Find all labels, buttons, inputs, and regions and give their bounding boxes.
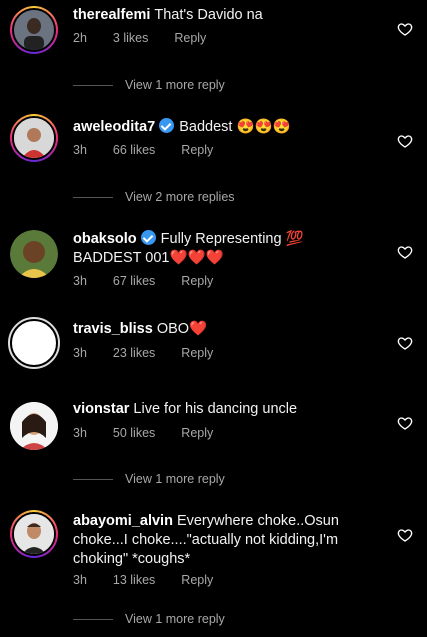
comment-likes[interactable]: 3 likes bbox=[113, 31, 148, 45]
avatar[interactable] bbox=[10, 6, 58, 54]
heart-outline-icon[interactable] bbox=[397, 335, 413, 351]
comment-likes[interactable]: 66 likes bbox=[113, 143, 155, 157]
divider bbox=[73, 85, 113, 87]
view-more-replies[interactable]: View 2 more replies bbox=[73, 190, 235, 204]
heart-outline-icon[interactable] bbox=[397, 527, 413, 543]
comment-username[interactable]: aweleodita7 bbox=[73, 119, 155, 135]
comment-time: 2h bbox=[73, 31, 87, 45]
comment-username[interactable]: therealfemi bbox=[73, 7, 150, 23]
comment-likes[interactable]: 67 likes bbox=[113, 274, 155, 288]
comment-time: 3h bbox=[73, 274, 87, 288]
avatar[interactable] bbox=[10, 402, 58, 450]
view-more-label[interactable]: View 1 more reply bbox=[125, 78, 225, 92]
divider bbox=[73, 619, 113, 621]
verified-badge-icon bbox=[140, 230, 156, 245]
comment-username[interactable]: vionstar bbox=[73, 401, 129, 417]
comment-likes[interactable]: 50 likes bbox=[113, 426, 155, 440]
reply-button[interactable]: Reply bbox=[181, 274, 213, 288]
avatar[interactable] bbox=[10, 510, 58, 558]
avatar[interactable] bbox=[10, 230, 58, 278]
view-more-label[interactable]: View 1 more reply bbox=[125, 472, 225, 486]
comment-likes[interactable]: 23 likes bbox=[113, 346, 155, 360]
view-more-replies[interactable]: View 1 more reply bbox=[73, 612, 225, 626]
heart-outline-icon[interactable] bbox=[397, 133, 413, 149]
comment-text: OBO❤️ bbox=[156, 321, 208, 337]
reply-button[interactable]: Reply bbox=[181, 346, 213, 360]
view-more-replies[interactable]: View 1 more reply bbox=[73, 78, 225, 92]
comment-time: 3h bbox=[73, 346, 87, 360]
avatar[interactable] bbox=[8, 317, 60, 369]
comment-likes[interactable]: 13 likes bbox=[113, 573, 155, 587]
comment-time: 3h bbox=[73, 143, 87, 157]
divider bbox=[73, 479, 113, 481]
reply-button[interactable]: Reply bbox=[174, 31, 206, 45]
reply-button[interactable]: Reply bbox=[181, 573, 213, 587]
reply-button[interactable]: Reply bbox=[181, 426, 213, 440]
comment-username[interactable]: obaksolo bbox=[73, 231, 137, 247]
avatar[interactable] bbox=[10, 114, 58, 162]
view-more-label[interactable]: View 2 more replies bbox=[125, 190, 235, 204]
comment-time: 3h bbox=[73, 573, 87, 587]
verified-badge-icon bbox=[159, 118, 175, 133]
comment-time: 3h bbox=[73, 426, 87, 440]
comment-text: Baddest 😍😍😍 bbox=[179, 119, 291, 135]
comment-username[interactable]: travis_bliss bbox=[73, 321, 153, 337]
divider bbox=[73, 197, 113, 199]
heart-outline-icon[interactable] bbox=[397, 21, 413, 37]
comment-text: Live for his dancing uncle bbox=[133, 401, 298, 417]
comment-text: That's Davido na bbox=[154, 7, 263, 23]
heart-outline-icon[interactable] bbox=[397, 415, 413, 431]
view-more-label[interactable]: View 1 more reply bbox=[125, 612, 225, 626]
view-more-replies[interactable]: View 1 more reply bbox=[73, 472, 225, 486]
comment-username[interactable]: abayomi_alvin bbox=[73, 513, 173, 529]
heart-outline-icon[interactable] bbox=[397, 244, 413, 260]
reply-button[interactable]: Reply bbox=[181, 143, 213, 157]
